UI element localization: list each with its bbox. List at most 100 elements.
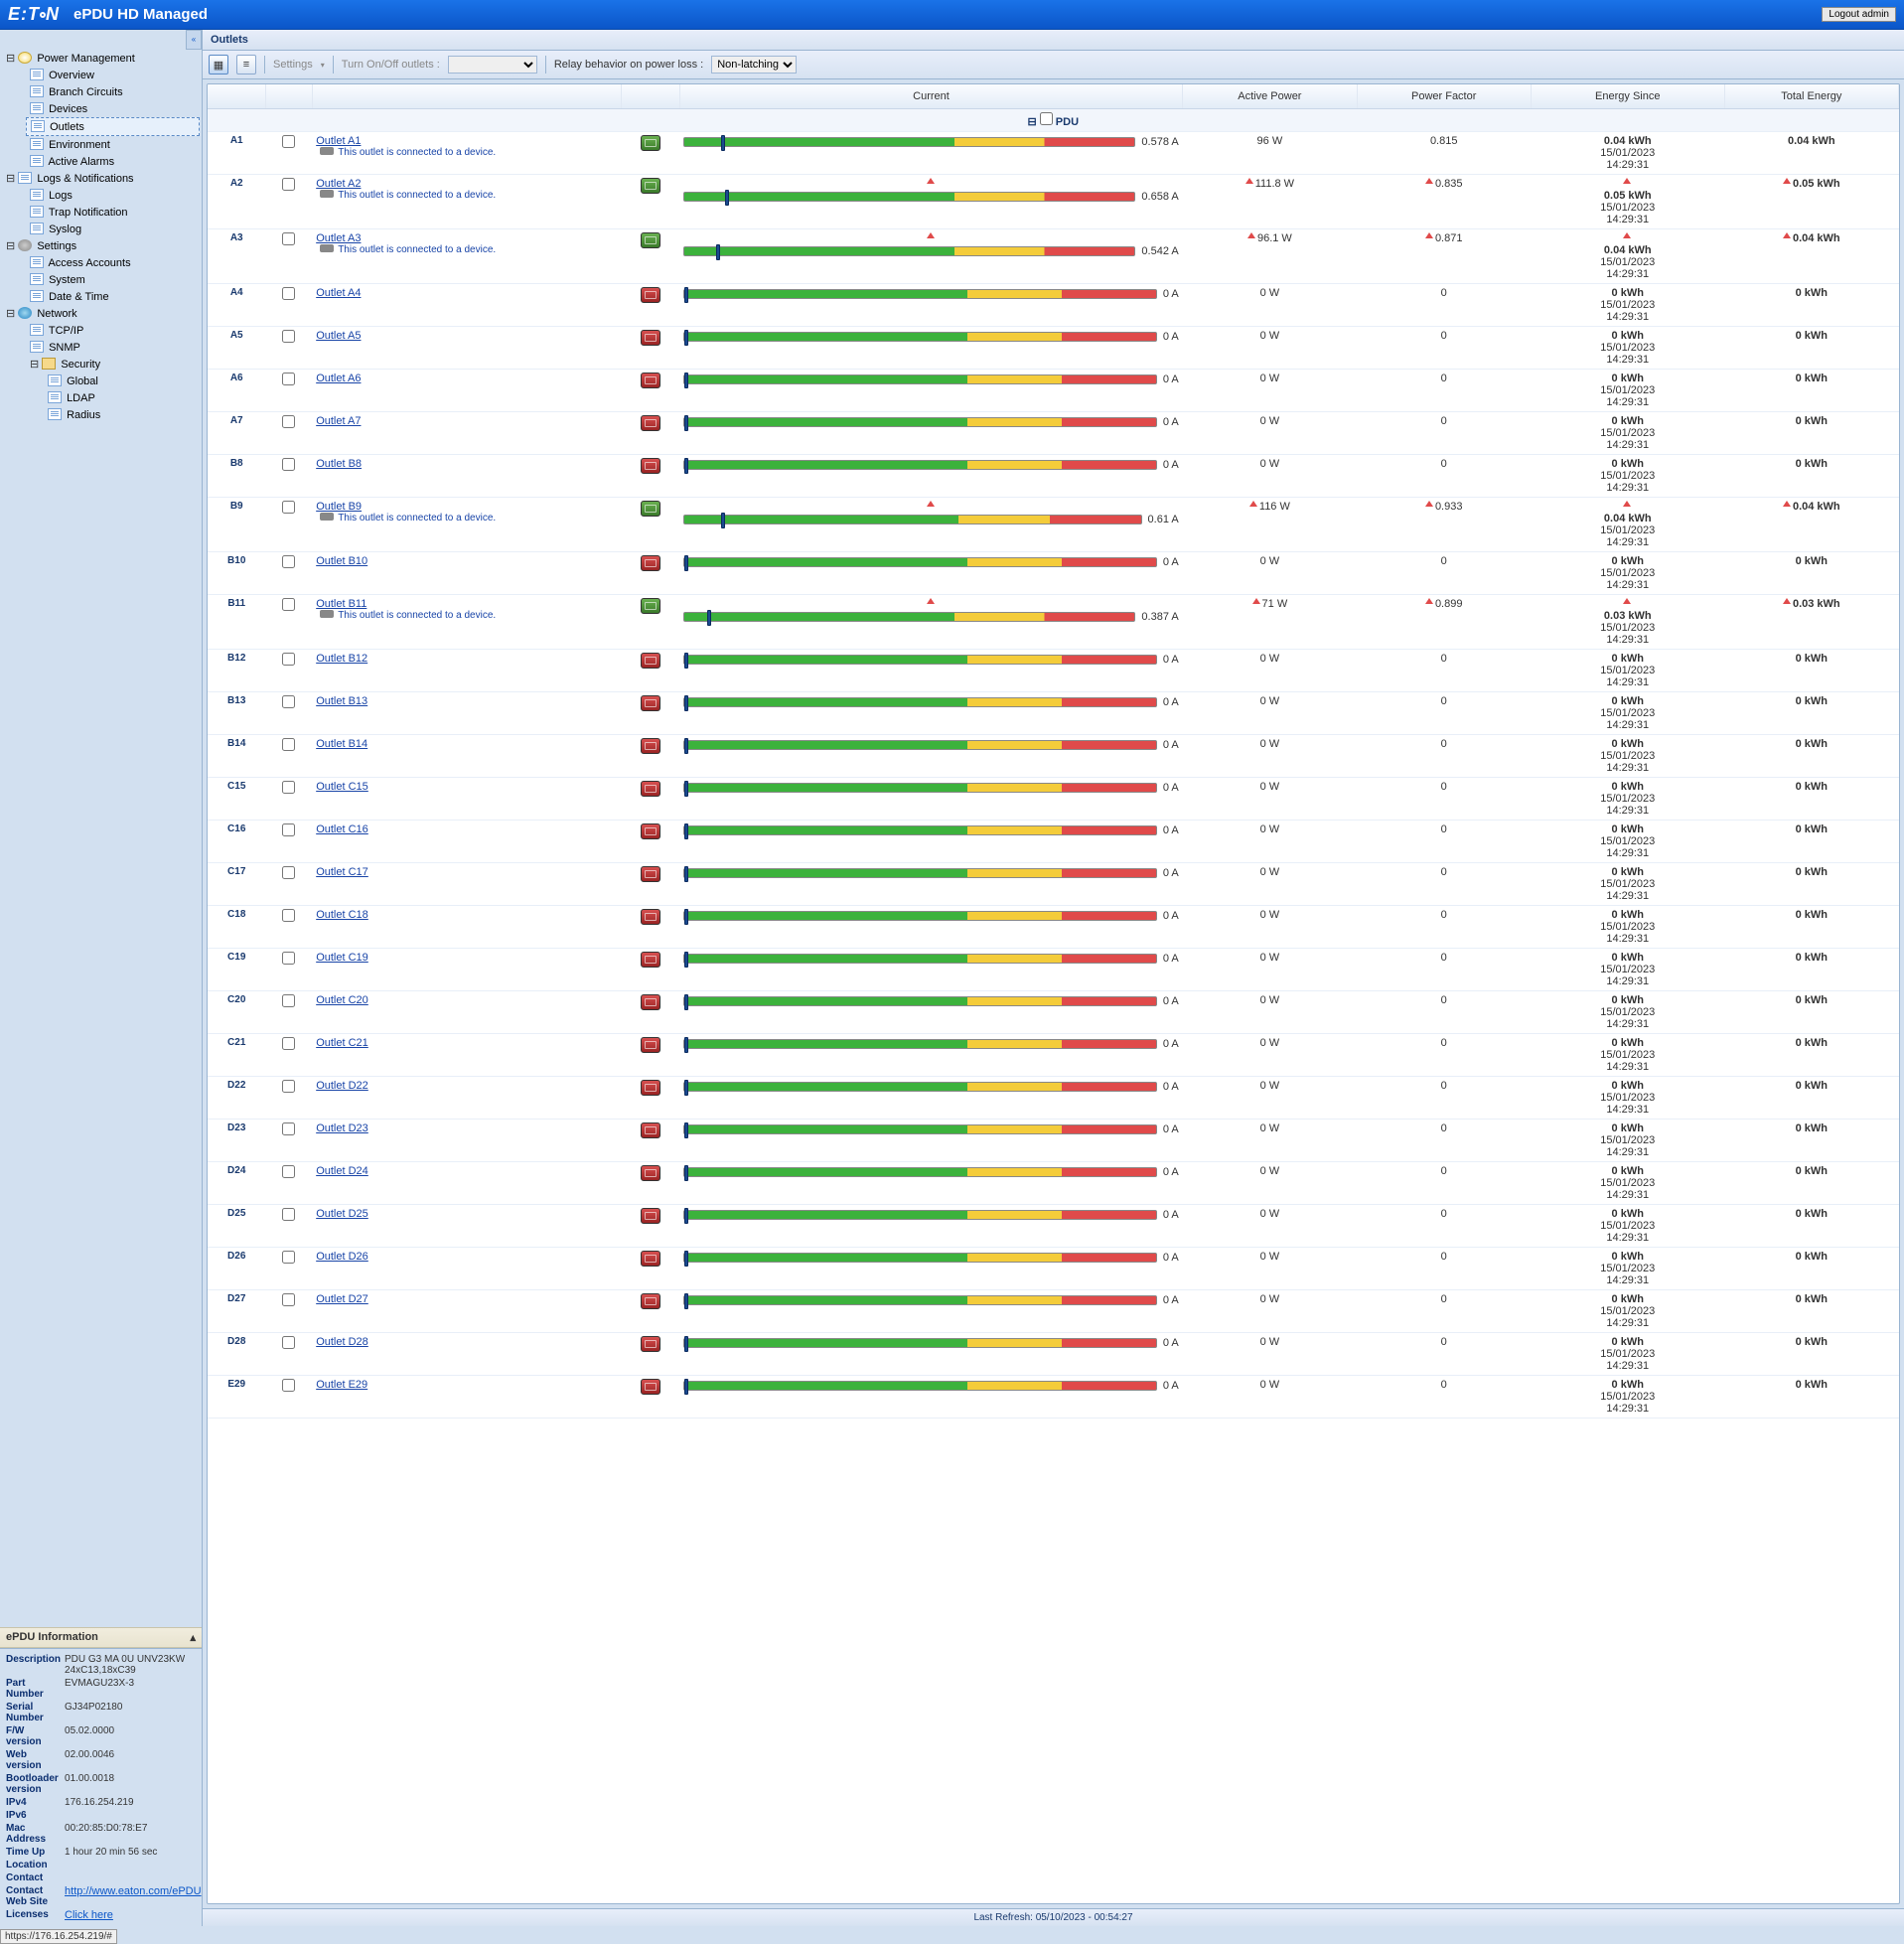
state-icon[interactable] <box>641 1080 660 1096</box>
outlet-link[interactable]: Outlet D22 <box>316 1080 368 1092</box>
outlet-link[interactable]: Outlet D23 <box>316 1122 368 1134</box>
state-icon[interactable] <box>641 598 660 614</box>
state-icon[interactable] <box>641 287 660 303</box>
outlet-link[interactable]: Outlet C18 <box>316 909 368 921</box>
state-icon[interactable] <box>641 1165 660 1181</box>
col-es[interactable]: Energy Since <box>1531 84 1724 109</box>
outlet-check[interactable] <box>282 1293 295 1306</box>
nav-item-logs[interactable]: Logs <box>26 187 200 204</box>
nav-power-mgmt[interactable]: ⊟ Power Management <box>2 50 200 67</box>
outlet-table-wrap[interactable]: Current Active Power Power Factor Energy… <box>207 83 1900 1904</box>
col-ap[interactable]: Active Power <box>1183 84 1357 109</box>
relay-select[interactable]: Non-latching <box>711 56 797 74</box>
outlet-check[interactable] <box>282 695 295 708</box>
state-icon[interactable] <box>641 866 660 882</box>
state-icon[interactable] <box>641 738 660 754</box>
state-icon[interactable] <box>641 135 660 151</box>
outlet-check[interactable] <box>282 1080 295 1093</box>
state-icon[interactable] <box>641 501 660 517</box>
settings-menu[interactable]: Settings <box>273 59 313 71</box>
state-icon[interactable] <box>641 994 660 1010</box>
outlet-check[interactable] <box>282 555 295 568</box>
state-icon[interactable] <box>641 178 660 194</box>
outlet-check[interactable] <box>282 823 295 836</box>
outlet-link[interactable]: Outlet A5 <box>316 330 361 342</box>
col-current[interactable]: Current <box>679 84 1182 109</box>
state-icon[interactable] <box>641 232 660 248</box>
nav-item-access-accounts[interactable]: Access Accounts <box>26 254 200 271</box>
outlet-link[interactable]: Outlet C20 <box>316 994 368 1006</box>
outlet-link[interactable]: Outlet B13 <box>316 695 367 707</box>
collapse-sidebar-icon[interactable]: « <box>186 30 202 50</box>
outlet-link[interactable]: Outlet E29 <box>316 1379 367 1391</box>
nav-item-global[interactable]: Global <box>44 373 200 389</box>
nav-item-radius[interactable]: Radius <box>44 406 200 423</box>
outlet-check[interactable] <box>282 415 295 428</box>
state-icon[interactable] <box>641 653 660 669</box>
nav-item-overview[interactable]: Overview <box>26 67 200 83</box>
col-state[interactable] <box>622 84 679 109</box>
outlet-check[interactable] <box>282 458 295 471</box>
outlet-check[interactable] <box>282 909 295 922</box>
outlet-check[interactable] <box>282 738 295 751</box>
outlet-check[interactable] <box>282 598 295 611</box>
logout-button[interactable]: Logout admin <box>1822 7 1896 22</box>
nav-item-snmp[interactable]: SNMP <box>26 339 200 356</box>
outlet-link[interactable]: Outlet D24 <box>316 1165 368 1177</box>
state-icon[interactable] <box>641 1122 660 1138</box>
state-icon[interactable] <box>641 458 660 474</box>
outlet-link[interactable]: Outlet C17 <box>316 866 368 878</box>
outlet-link[interactable]: Outlet A3 <box>316 232 361 244</box>
view-grid-button[interactable]: ▦ <box>209 55 228 75</box>
state-icon[interactable] <box>641 1251 660 1267</box>
nav-network[interactable]: ⊟ Network <box>2 305 200 322</box>
outlet-link[interactable]: Outlet C19 <box>316 952 368 964</box>
state-icon[interactable] <box>641 1379 660 1395</box>
website-link[interactable]: http://www.eaton.com/ePDU <box>65 1885 202 1897</box>
outlet-link[interactable]: Outlet D25 <box>316 1208 368 1220</box>
nav-item-ldap[interactable]: LDAP <box>44 389 200 406</box>
outlet-link[interactable]: Outlet B12 <box>316 653 367 665</box>
group-pdu[interactable]: ⊟ PDU <box>208 109 1899 132</box>
nav-item-environment[interactable]: Environment <box>26 136 200 153</box>
outlet-check[interactable] <box>282 178 295 191</box>
outlet-link[interactable]: Outlet C21 <box>316 1037 368 1049</box>
col-te[interactable]: Total Energy <box>1724 84 1898 109</box>
col-check[interactable] <box>265 84 312 109</box>
col-id[interactable] <box>208 84 265 109</box>
outlet-link[interactable]: Outlet B14 <box>316 738 367 750</box>
state-icon[interactable] <box>641 330 660 346</box>
nav-item-syslog[interactable]: Syslog <box>26 221 200 237</box>
outlet-check[interactable] <box>282 952 295 965</box>
epdu-info-header[interactable]: ePDU Information ▴ <box>0 1627 202 1648</box>
state-icon[interactable] <box>641 415 660 431</box>
licenses-link[interactable]: Click here <box>65 1909 113 1921</box>
state-icon[interactable] <box>641 1336 660 1352</box>
state-icon[interactable] <box>641 555 660 571</box>
outlet-link[interactable]: Outlet B11 <box>316 598 366 610</box>
group-check[interactable] <box>1040 112 1053 125</box>
nav-item-outlets[interactable]: Outlets <box>26 117 200 136</box>
state-icon[interactable] <box>641 781 660 797</box>
state-icon[interactable] <box>641 1037 660 1053</box>
outlet-check[interactable] <box>282 653 295 666</box>
outlet-link[interactable]: Outlet A4 <box>316 287 361 299</box>
outlet-link[interactable]: Outlet A6 <box>316 373 361 384</box>
nav-item-branch-circuits[interactable]: Branch Circuits <box>26 83 200 100</box>
outlet-check[interactable] <box>282 373 295 385</box>
state-icon[interactable] <box>641 373 660 388</box>
view-list-button[interactable]: ≡ <box>236 55 256 75</box>
outlet-check[interactable] <box>282 287 295 300</box>
outlet-link[interactable]: Outlet A2 <box>316 178 361 190</box>
outlet-link[interactable]: Outlet D27 <box>316 1293 368 1305</box>
state-icon[interactable] <box>641 952 660 968</box>
nav-item-date-time[interactable]: Date & Time <box>26 288 200 305</box>
outlet-link[interactable]: Outlet C15 <box>316 781 368 793</box>
outlet-check[interactable] <box>282 1165 295 1178</box>
outlet-link[interactable]: Outlet D28 <box>316 1336 368 1348</box>
state-icon[interactable] <box>641 823 660 839</box>
state-icon[interactable] <box>641 1208 660 1224</box>
outlet-check[interactable] <box>282 330 295 343</box>
col-pf[interactable]: Power Factor <box>1357 84 1531 109</box>
nav-security[interactable]: ⊟ Security <box>26 356 200 373</box>
